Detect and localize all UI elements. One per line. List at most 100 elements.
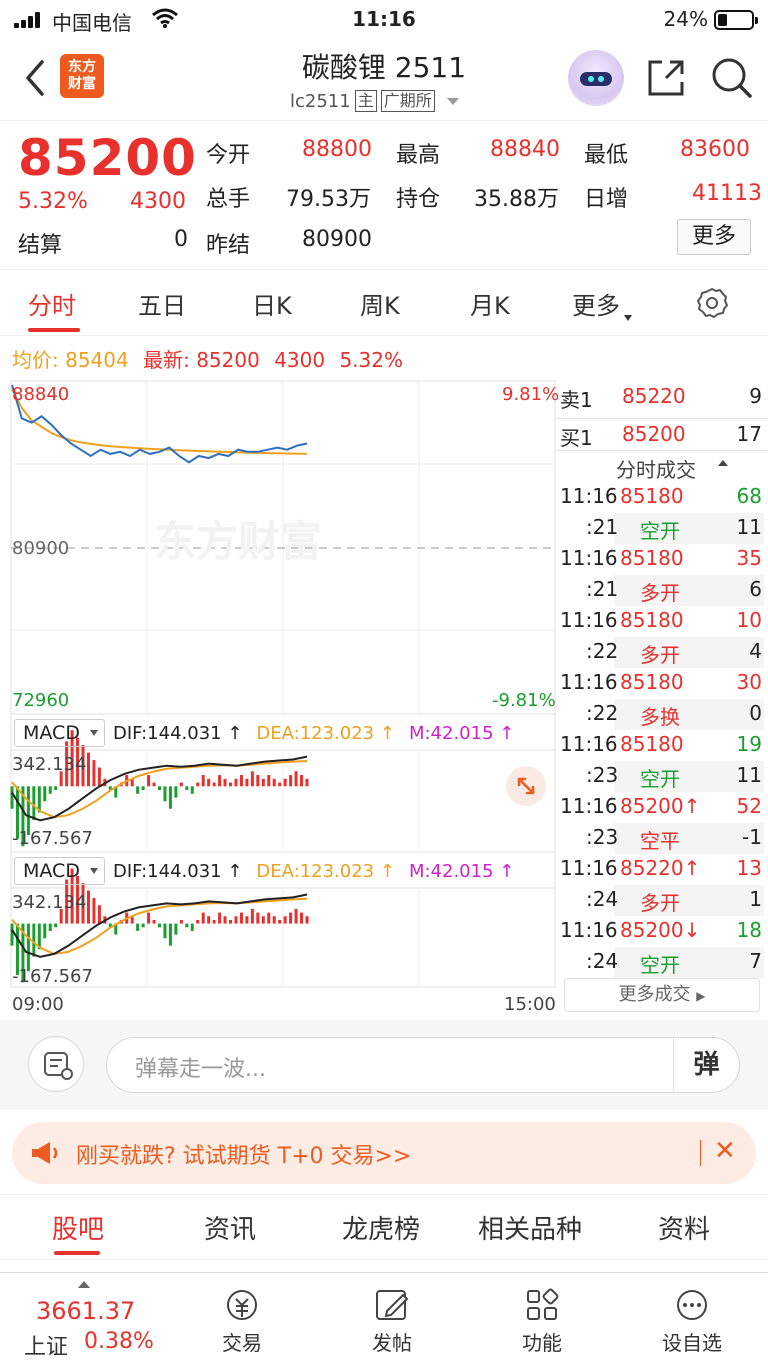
macd-dea-1: DEA:123.023 ↑ xyxy=(256,722,395,744)
tick-type: 多换 xyxy=(640,705,680,729)
footer-post[interactable]: 发帖 xyxy=(342,1287,442,1356)
prev-settle-value: 80900 xyxy=(302,227,372,252)
close-icon[interactable]: ✕ xyxy=(714,1136,736,1166)
tick-volume: 10 xyxy=(736,608,762,632)
tick-volume: 30 xyxy=(736,670,762,694)
tick-volume: 0 xyxy=(749,701,762,725)
tick-price: 85180 xyxy=(620,546,684,570)
tab-weekly-k[interactable]: 周K xyxy=(360,286,400,321)
footer-functions[interactable]: 功能 xyxy=(492,1287,592,1356)
tick-type: 多开 xyxy=(640,891,680,915)
tick-price: 85180 xyxy=(620,484,684,508)
more-deals-label: 更多成交 xyxy=(618,984,691,1005)
tab-forum[interactable]: 股吧 xyxy=(52,1209,104,1246)
volume-value: 79.53万 xyxy=(286,187,371,212)
ai-assistant-icon[interactable] xyxy=(568,50,624,106)
macd-selector-1[interactable]: MACD xyxy=(14,719,105,747)
contract-code: lc2511 xyxy=(290,90,351,112)
open-value: 88800 xyxy=(302,137,372,162)
chart-canvas[interactable] xyxy=(10,380,556,1020)
axis-mid-price: 80900 xyxy=(12,538,70,559)
tab-daily-k[interactable]: 日K xyxy=(252,286,292,321)
tick-row: 11:16 85180 10 xyxy=(556,606,768,637)
gear-icon[interactable] xyxy=(696,287,728,319)
share-icon[interactable] xyxy=(646,58,686,98)
tick-volume: -1 xyxy=(742,825,762,849)
more-quote-button[interactable]: 更多 xyxy=(677,219,751,255)
axis-top-price: 88840 xyxy=(12,384,70,405)
divider xyxy=(700,1140,701,1166)
chevron-down-icon xyxy=(446,97,459,105)
avg-value: 85404 xyxy=(65,348,129,372)
low-label: 最低 xyxy=(584,143,629,168)
dropdown-icon xyxy=(89,730,98,736)
ticks-header[interactable]: 分时成交 xyxy=(556,452,768,483)
tick-time: 11:16 xyxy=(560,918,618,942)
tick-row-shade xyxy=(614,947,764,978)
tick-row: :22 多换 0 xyxy=(556,699,768,730)
avg-label: 均价: xyxy=(12,348,59,372)
tick-row-shade xyxy=(614,885,764,916)
macd-dif-1: DIF:144.031 ↑ xyxy=(112,722,243,744)
tick-time: :23 xyxy=(586,763,619,787)
daily-increase-label: 日增 xyxy=(584,187,629,212)
more-deals-button[interactable]: 更多成交 ▶ xyxy=(564,978,760,1012)
tick-row-shade xyxy=(614,637,764,668)
chevron-right-icon: ▶ xyxy=(696,989,706,1003)
barrage-input[interactable]: 弹幕走一波... 弹 xyxy=(106,1037,740,1093)
tick-row: :21 多开 6 xyxy=(556,575,768,606)
tab-active-indicator xyxy=(54,1251,100,1255)
change-percent: 5.32% xyxy=(18,189,88,214)
macd-selector-2[interactable]: MACD xyxy=(14,857,105,885)
time-start: 09:00 xyxy=(12,994,64,1015)
tick-volume: 19 xyxy=(736,732,762,756)
grid-icon xyxy=(527,1288,559,1320)
dropdown-icon xyxy=(89,868,98,874)
search-icon[interactable] xyxy=(710,56,752,98)
promo-banner[interactable]: 刚买就跌? 试试期货 T+0 交易>> ✕ xyxy=(12,1122,756,1184)
latest-change: 4300 xyxy=(274,348,326,372)
axis-top-pct: 9.81% xyxy=(502,384,560,405)
footer-watchlist-label: 设自选 xyxy=(662,1331,722,1355)
tick-row: 11:16 85180 68 xyxy=(556,482,768,513)
tab-related[interactable]: 相关品种 xyxy=(478,1209,582,1246)
tick-time: 11:16 xyxy=(560,856,618,880)
divider xyxy=(556,450,768,451)
open-interest-label: 持仓 xyxy=(396,187,441,212)
intraday-chart[interactable]: 88840 9.81% 80900 72960 -9.81% 东方财富 MACD… xyxy=(10,380,560,1020)
footer-trade[interactable]: 交易 xyxy=(192,1287,292,1356)
footer-watchlist[interactable]: 设自选 xyxy=(642,1287,742,1356)
bid-row: 买1 85200 17 xyxy=(556,420,768,451)
tick-row: :24 空开 7 xyxy=(556,947,768,978)
barrage-list-icon[interactable] xyxy=(28,1036,84,1092)
tick-time: 11:16 xyxy=(560,794,618,818)
edit-icon xyxy=(376,1290,409,1320)
macd-m-1: M:42.015 ↑ xyxy=(408,722,515,744)
tab-intraday[interactable]: 分时 xyxy=(28,286,76,321)
index-value: 3661.37 xyxy=(36,1297,136,1325)
barrage-toggle-button[interactable]: 弹 xyxy=(673,1038,739,1092)
macd-header-1: MACD DIF:144.031 ↑ DEA:123.023 ↑ M:42.01… xyxy=(14,718,556,748)
tab-more[interactable]: 更多 xyxy=(572,286,632,321)
expand-button[interactable] xyxy=(506,766,546,806)
tick-type: 空开 xyxy=(640,519,680,543)
tick-row: 11:16 85200↑ 52 xyxy=(556,792,768,823)
battery-percent: 24% xyxy=(663,7,708,31)
macd-dea-2: DEA:123.023 ↑ xyxy=(256,860,395,882)
price-info-line: 均价: 85404 最新: 85200 4300 5.32% xyxy=(12,344,403,373)
tick-price: 85220↑ xyxy=(620,856,701,880)
tick-row: 11:16 85200↓ 18 xyxy=(556,916,768,947)
tab-news[interactable]: 资讯 xyxy=(204,1209,256,1246)
tick-row: :24 多开 1 xyxy=(556,885,768,916)
tab-dragon-tiger[interactable]: 龙虎榜 xyxy=(342,1209,420,1246)
tab-five-day[interactable]: 五日 xyxy=(138,286,186,321)
latest-label: 最新: xyxy=(143,348,190,372)
tab-monthly-k[interactable]: 月K xyxy=(470,286,510,321)
main-contract-tag: 主 xyxy=(354,90,377,112)
tab-profile[interactable]: 资料 xyxy=(658,1209,710,1246)
contract-info[interactable]: lc2511 主 广期所 xyxy=(290,90,459,112)
bid-price: 85200 xyxy=(622,422,686,446)
watermark: 东方财富 xyxy=(154,517,323,566)
high-value: 88840 xyxy=(490,137,560,162)
macd-bottom-1: -167.567 xyxy=(12,828,93,849)
